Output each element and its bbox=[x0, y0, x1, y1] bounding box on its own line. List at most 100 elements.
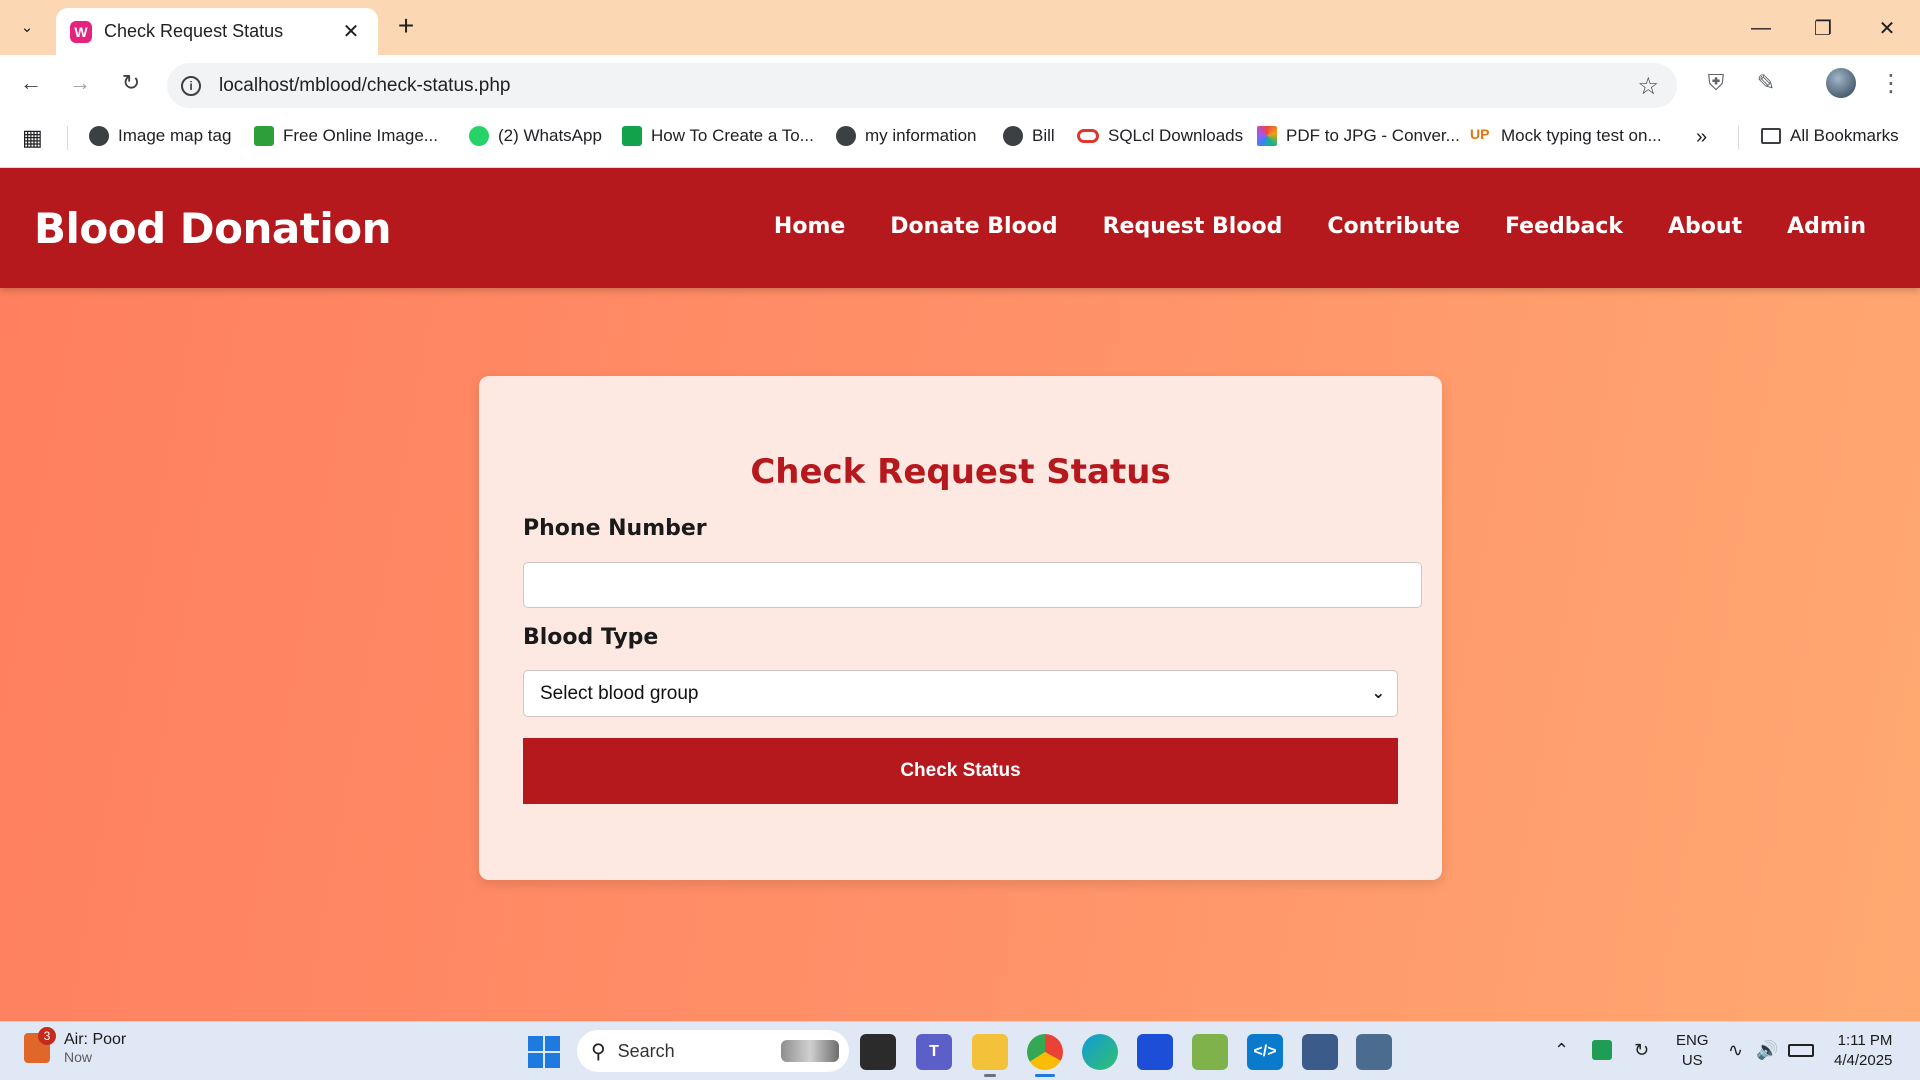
bookmark-item[interactable]: UP Mock typing test on... bbox=[1470, 126, 1662, 146]
battery-icon[interactable] bbox=[1788, 1044, 1814, 1057]
site-brand[interactable]: Blood Donation bbox=[34, 204, 392, 253]
nav-home[interactable]: Home bbox=[774, 214, 845, 239]
form-title: Check Request Status bbox=[750, 452, 1171, 492]
oracle-icon bbox=[1077, 129, 1099, 143]
tab-close-icon[interactable]: ✕ bbox=[338, 19, 364, 44]
blood-type-select[interactable]: Select blood group ⌄ bbox=[523, 670, 1398, 717]
nav-about[interactable]: About bbox=[1668, 214, 1742, 239]
chevron-down-icon: ⌄ bbox=[1371, 685, 1385, 702]
taskbar-search[interactable]: ⚲ Search bbox=[577, 1030, 849, 1072]
weather-subtitle: Now bbox=[64, 1049, 93, 1065]
windows-start-icon[interactable] bbox=[528, 1036, 560, 1068]
bookmark-item[interactable]: Image map tag bbox=[89, 126, 231, 146]
mysql-workbench-icon[interactable] bbox=[1302, 1034, 1338, 1070]
browser-toolbar: ← → ↻ i localhost/mblood/check-status.ph… bbox=[0, 55, 1920, 110]
apps-grid-icon[interactable]: ▦ bbox=[22, 125, 43, 151]
image-icon bbox=[254, 126, 274, 146]
url-text[interactable]: localhost/mblood/check-status.php bbox=[219, 75, 511, 97]
phone-number-input[interactable] bbox=[523, 562, 1422, 608]
bookmarks-bar: ▦ Image map tag Free Online Image... (2)… bbox=[0, 110, 1920, 168]
nav-admin[interactable]: Admin bbox=[1787, 214, 1866, 239]
check-status-card: Check Request Status Phone Number Blood … bbox=[479, 376, 1442, 880]
globe-icon bbox=[836, 126, 856, 146]
check-status-button[interactable]: Check Status bbox=[523, 738, 1398, 804]
address-bar[interactable]: i localhost/mblood/check-status.php ☆ bbox=[167, 63, 1677, 108]
task-view-icon[interactable] bbox=[860, 1034, 896, 1070]
tray-app-icon[interactable] bbox=[1592, 1040, 1612, 1060]
tab-title: Check Request Status bbox=[104, 21, 284, 41]
phone-number-label: Phone Number bbox=[523, 516, 707, 541]
bookmark-item[interactable]: (2) WhatsApp bbox=[469, 126, 602, 146]
chrome-icon[interactable] bbox=[1027, 1034, 1063, 1070]
minimize-window-icon[interactable]: — bbox=[1738, 8, 1784, 48]
bookmark-label: Image map tag bbox=[118, 126, 232, 145]
running-indicator bbox=[984, 1074, 996, 1077]
tray-overflow-chevron-icon[interactable]: ⌃ bbox=[1554, 1040, 1569, 1061]
bookmark-star-icon[interactable]: ☆ bbox=[1637, 72, 1659, 101]
forward-arrow-icon[interactable]: → bbox=[62, 65, 98, 101]
back-arrow-icon[interactable]: ← bbox=[13, 65, 49, 101]
new-tab-plus-icon[interactable]: + bbox=[390, 11, 422, 43]
bookmark-label: my information bbox=[865, 126, 977, 145]
weather-widget[interactable]: 3 Air: Poor Now bbox=[24, 1026, 127, 1065]
all-bookmarks-button[interactable]: All Bookmarks bbox=[1761, 126, 1899, 146]
file-explorer-icon[interactable] bbox=[972, 1034, 1008, 1070]
site-info-icon[interactable]: i bbox=[181, 75, 201, 96]
site-nav-links: Home Donate Blood Request Blood Contribu… bbox=[774, 214, 1866, 239]
bookmark-label: Free Online Image... bbox=[283, 126, 438, 145]
wifi-icon[interactable]: ∿ bbox=[1728, 1040, 1743, 1061]
clock[interactable]: 1:11 PM 4/4/2025 bbox=[1834, 1031, 1892, 1071]
more-bookmarks-chevron-icon[interactable]: » bbox=[1696, 126, 1707, 149]
blood-type-label: Blood Type bbox=[523, 625, 659, 650]
nav-contribute[interactable]: Contribute bbox=[1327, 214, 1460, 239]
sync-icon[interactable]: ↻ bbox=[1634, 1040, 1649, 1061]
edge-icon[interactable] bbox=[1082, 1034, 1118, 1070]
weather-badge: 3 bbox=[38, 1026, 56, 1045]
page-content: Blood Donation Home Donate Blood Request… bbox=[0, 168, 1920, 1021]
tab-favicon-icon: W bbox=[70, 20, 92, 43]
site-navbar: Blood Donation Home Donate Blood Request… bbox=[0, 168, 1920, 288]
volume-icon[interactable]: 🔊 bbox=[1756, 1040, 1778, 1061]
browser-tab-strip: ⌄ W Check Request Status ✕ + — ❐ ✕ bbox=[0, 0, 1920, 55]
nav-request-blood[interactable]: Request Blood bbox=[1103, 214, 1283, 239]
photos-icon[interactable] bbox=[1192, 1034, 1228, 1070]
globe-icon bbox=[89, 126, 109, 146]
bookmark-label: SQLcl Downloads bbox=[1108, 126, 1244, 145]
restore-window-icon[interactable]: ❐ bbox=[1800, 8, 1846, 48]
browser-menu-kebab-icon[interactable]: ⋮ bbox=[1876, 68, 1906, 98]
weather-title: Air: Poor bbox=[64, 1031, 127, 1048]
bookmark-item[interactable]: Bill bbox=[1003, 126, 1055, 146]
bookmark-item[interactable]: SQLcl Downloads bbox=[1077, 126, 1243, 146]
tab-search-chevron-icon[interactable]: ⌄ bbox=[10, 10, 44, 44]
blood-type-selected-value: Select blood group bbox=[540, 682, 699, 704]
reload-icon[interactable]: ↻ bbox=[113, 65, 149, 101]
bookmark-item[interactable]: PDF to JPG - Conver... bbox=[1257, 126, 1460, 146]
bookmark-label: Mock typing test on... bbox=[1501, 126, 1662, 145]
input-language[interactable]: ENG US bbox=[1676, 1031, 1709, 1071]
w-icon bbox=[622, 126, 642, 146]
search-icon: ⚲ bbox=[591, 1040, 606, 1063]
pdf-icon bbox=[1257, 126, 1277, 146]
bookmark-item[interactable]: How To Create a To... bbox=[622, 126, 814, 146]
air-quality-icon: 3 bbox=[24, 1026, 56, 1063]
globe-icon bbox=[1003, 126, 1023, 146]
nav-donate-blood[interactable]: Donate Blood bbox=[890, 214, 1057, 239]
nav-feedback[interactable]: Feedback bbox=[1505, 214, 1623, 239]
bookmark-label: PDF to JPG - Conver... bbox=[1286, 126, 1460, 145]
extensions-puzzle-icon[interactable]: ✎ bbox=[1751, 68, 1781, 98]
close-window-icon[interactable]: ✕ bbox=[1864, 8, 1910, 48]
bookmark-label: (2) WhatsApp bbox=[498, 126, 602, 145]
store-icon[interactable] bbox=[1137, 1034, 1173, 1070]
profile-avatar[interactable] bbox=[1826, 68, 1856, 98]
bookmark-label: How To Create a To... bbox=[651, 126, 814, 145]
teams-icon[interactable]: T bbox=[916, 1034, 952, 1070]
search-highlight-icon bbox=[781, 1040, 839, 1062]
browser-tab-active[interactable]: W Check Request Status ✕ bbox=[56, 8, 378, 55]
extension-shield-icon[interactable]: ⛨ bbox=[1701, 68, 1731, 98]
whatsapp-icon bbox=[469, 126, 489, 146]
virtualbox-icon[interactable] bbox=[1356, 1034, 1392, 1070]
bookmark-item[interactable]: Free Online Image... bbox=[254, 126, 438, 146]
language-code: ENG bbox=[1676, 1032, 1709, 1049]
vscode-icon[interactable]: </> bbox=[1247, 1034, 1283, 1070]
bookmark-item[interactable]: my information bbox=[836, 126, 976, 146]
